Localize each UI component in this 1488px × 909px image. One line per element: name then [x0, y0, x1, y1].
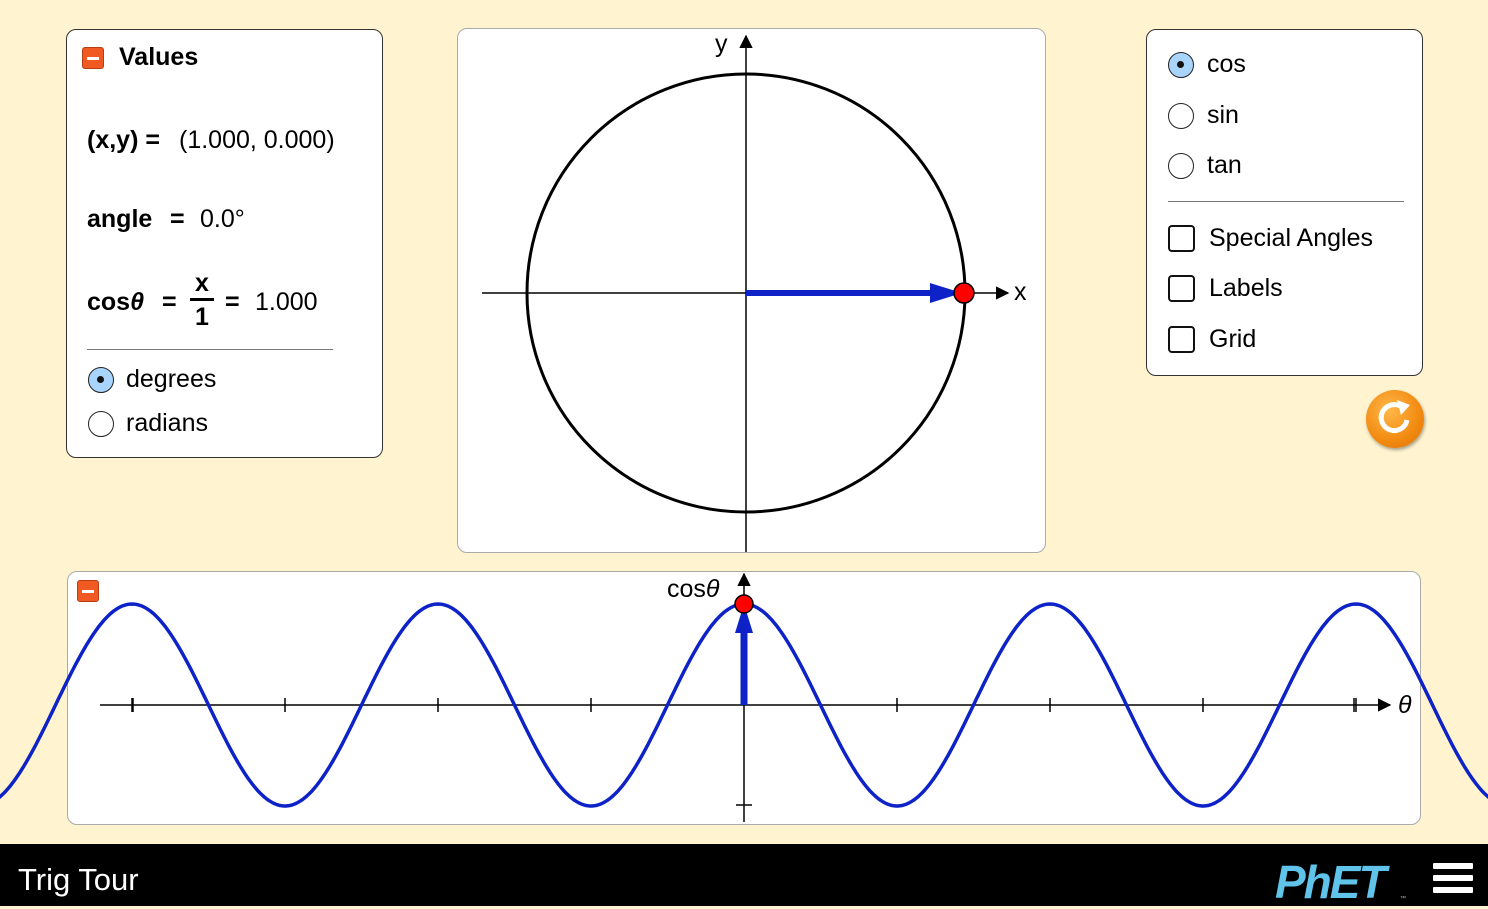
phet-trademark: ™	[1400, 896, 1406, 902]
phet-logo[interactable]: PhET	[1275, 855, 1387, 909]
navigation-bar: Trig Tour PhET ™	[0, 844, 1488, 909]
graph-y-label-theta: θ	[706, 575, 720, 603]
graph-y-label: cosθ	[667, 575, 720, 603]
hamburger-menu-icon[interactable]	[1433, 863, 1473, 893]
graph-y-label-fn: cos	[667, 575, 706, 603]
graph-x-label: θ	[1398, 691, 1412, 719]
graph-point[interactable]	[734, 594, 754, 614]
cos-graph[interactable]: cosθ θ	[0, 0, 1488, 906]
app-title: Trig Tour	[18, 862, 139, 897]
